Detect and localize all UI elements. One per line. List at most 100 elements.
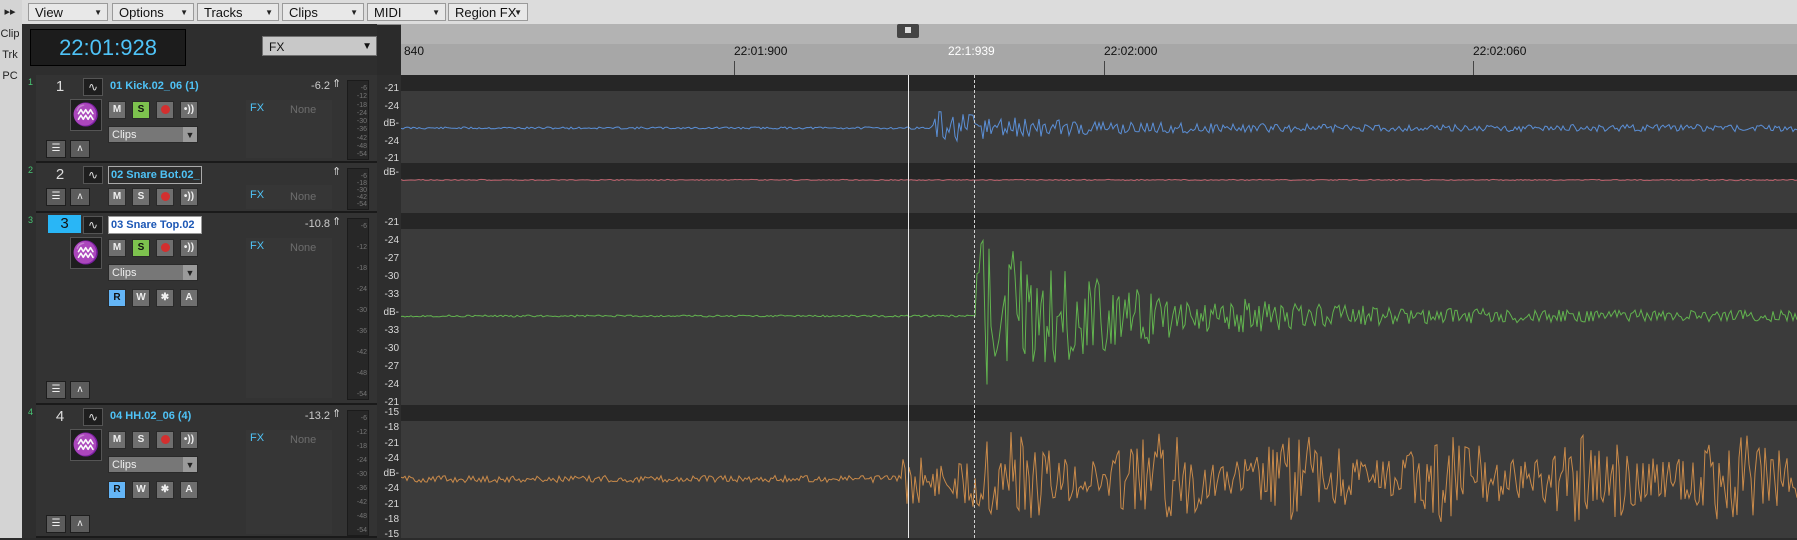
mute-button[interactable]: M bbox=[108, 239, 126, 257]
automation-icon[interactable]: ʌ bbox=[70, 381, 90, 399]
track-3-waveform bbox=[401, 238, 1797, 385]
record-arm-button[interactable] bbox=[156, 101, 174, 119]
solo-button[interactable]: S bbox=[132, 188, 150, 206]
wave-icon[interactable]: ∿ bbox=[83, 216, 103, 234]
fx-label: FX bbox=[250, 432, 265, 444]
expand-button[interactable]: ▸▸ bbox=[0, 2, 20, 22]
track-number[interactable]: 2 bbox=[50, 166, 70, 183]
mute-button[interactable]: M bbox=[108, 188, 126, 206]
level-meter: -6 -12 -18 -24 -30 -36 -42 -48 -54 bbox=[347, 218, 369, 400]
dropdown-caret-icon: ▼ bbox=[94, 8, 102, 17]
track-settings-icon[interactable]: ☰ bbox=[46, 188, 66, 206]
clip-tab[interactable]: Clip bbox=[0, 24, 20, 44]
input-echo-icon[interactable]: •)) bbox=[180, 431, 198, 449]
wave-icon[interactable]: ∿ bbox=[83, 166, 103, 184]
automation-icon[interactable]: ʌ bbox=[70, 188, 90, 206]
menu-view[interactable]: View ▼ bbox=[28, 3, 108, 21]
clips-dropdown[interactable]: Clips ▼ bbox=[108, 264, 198, 281]
clips-dropdown[interactable]: Clips ▼ bbox=[108, 126, 198, 143]
write-automation-button[interactable]: W bbox=[132, 289, 150, 307]
fx-bin[interactable] bbox=[246, 238, 332, 398]
meter-tick-label: -54 bbox=[356, 151, 367, 158]
star-icon[interactable]: ✱ bbox=[156, 481, 174, 499]
meter-tick-label: -24 bbox=[356, 109, 367, 117]
write-automation-button[interactable]: W bbox=[132, 481, 150, 499]
menu-region-fx[interactable]: Region FX ▼ bbox=[448, 3, 528, 21]
track-settings-icon[interactable]: ☰ bbox=[46, 140, 66, 158]
collapse-arrow-icon[interactable]: ⇑ bbox=[332, 407, 341, 420]
mute-button[interactable]: M bbox=[108, 101, 126, 119]
meter-tick-label: -12 bbox=[356, 244, 367, 251]
track-1[interactable]: 1 1 ∿ 01 Kick.02_06 (1) -6.2 ⇑ ♒ M S •))… bbox=[28, 75, 377, 163]
track-2[interactable]: 2 2 ∿ 02 Snare Bot.02_ ⇑ M S •)) FX None… bbox=[28, 163, 377, 213]
track-volume[interactable]: -6.2 bbox=[270, 80, 330, 92]
track-index: 3 bbox=[28, 215, 34, 225]
time-display[interactable]: 22:01:928 bbox=[30, 29, 186, 66]
meter-tick-label: -54 bbox=[356, 527, 367, 534]
dropdown-caret-icon: ▼ bbox=[180, 8, 188, 17]
track-settings-icon[interactable]: ☰ bbox=[46, 515, 66, 533]
record-arm-button[interactable] bbox=[156, 239, 174, 257]
pc-tab[interactable]: PC bbox=[0, 66, 20, 86]
track-number[interactable]: 1 bbox=[50, 78, 70, 95]
meter-tick-label: -12 bbox=[356, 429, 367, 436]
track-name[interactable]: 01 Kick.02_06 (1) bbox=[108, 78, 200, 94]
track-name[interactable]: 03 Snare Top.02 bbox=[108, 216, 202, 234]
track-3[interactable]: 3 3 ∿ 03 Snare Top.02 -10.8 ⇑ ♒ M S •)) … bbox=[28, 213, 377, 405]
menubar: View ▼ Options ▼ Tracks ▼ Clips ▼ MIDI ▼ Regi… bbox=[22, 0, 1797, 25]
fx-value: None bbox=[290, 104, 317, 116]
wave-icon[interactable]: ∿ bbox=[83, 408, 103, 426]
input-echo-icon[interactable]: •)) bbox=[180, 188, 198, 206]
playhead-line[interactable] bbox=[908, 75, 909, 538]
clips-dropdown-label: Clips bbox=[112, 129, 137, 141]
input-echo-icon[interactable]: •)) bbox=[180, 239, 198, 257]
timeline-marker-bar[interactable] bbox=[401, 24, 1797, 44]
solo-button[interactable]: S bbox=[132, 431, 150, 449]
record-arm-button[interactable] bbox=[156, 188, 174, 206]
track-4[interactable]: 4 4 ∿ 04 HH.02_06 (4) -13.2 ⇑ ♒ M S •)) … bbox=[28, 405, 377, 538]
fx-selector-value: FX bbox=[269, 40, 285, 54]
track-volume[interactable]: -13.2 bbox=[270, 410, 330, 422]
clip-lanes[interactable] bbox=[401, 75, 1797, 538]
wave-icon[interactable]: ∿ bbox=[83, 78, 103, 96]
record-arm-button[interactable] bbox=[156, 431, 174, 449]
collapse-arrow-icon[interactable]: ⇑ bbox=[332, 77, 341, 90]
meter-tick-label: -30 bbox=[356, 471, 367, 478]
arm-automation-button[interactable]: A bbox=[180, 289, 198, 307]
collapse-arrow-icon[interactable]: ⇑ bbox=[332, 165, 341, 178]
track-volume[interactable]: -10.8 bbox=[270, 218, 330, 230]
timeline-ruler[interactable]: 840 22:01:900 22:02:000 22:02:060 22:1:9… bbox=[401, 24, 1797, 76]
fx-selector[interactable]: FX ▼ bbox=[262, 36, 377, 56]
fx-bin[interactable] bbox=[246, 430, 332, 534]
solo-button[interactable]: S bbox=[132, 239, 150, 257]
track-name[interactable]: 04 HH.02_06 (4) bbox=[108, 408, 200, 424]
chevron-down-icon: ▼ bbox=[183, 265, 197, 280]
automation-icon[interactable]: ʌ bbox=[70, 515, 90, 533]
automation-icon[interactable]: ʌ bbox=[70, 140, 90, 158]
left-strip: ▸▸ Clip Trk PC bbox=[0, 0, 23, 538]
read-automation-button[interactable]: R bbox=[108, 481, 126, 499]
collapse-arrow-icon[interactable]: ⇑ bbox=[332, 215, 341, 228]
meter-tick-label: -42 bbox=[356, 134, 367, 142]
clips-dropdown[interactable]: Clips ▼ bbox=[108, 456, 198, 473]
track-name[interactable]: 02 Snare Bot.02_ bbox=[108, 166, 202, 184]
menu-midi[interactable]: MIDI ▼ bbox=[367, 3, 446, 21]
menu-clips[interactable]: Clips ▼ bbox=[282, 3, 364, 21]
waveform-icon: ♒ bbox=[70, 429, 102, 461]
db-scale-label: -27 bbox=[384, 253, 399, 264]
input-echo-icon[interactable]: •)) bbox=[180, 101, 198, 119]
solo-button[interactable]: S bbox=[132, 101, 150, 119]
read-automation-button[interactable]: R bbox=[108, 289, 126, 307]
track-number[interactable]: 4 bbox=[50, 408, 70, 425]
meter-tick-label: -30 bbox=[356, 187, 367, 194]
menu-options[interactable]: Options ▼ bbox=[112, 3, 194, 21]
track-tab[interactable]: Trk bbox=[0, 45, 20, 65]
meter-tick-label: -36 bbox=[356, 126, 367, 134]
star-icon[interactable]: ✱ bbox=[156, 289, 174, 307]
track-settings-icon[interactable]: ☰ bbox=[46, 381, 66, 399]
arm-automation-button[interactable]: A bbox=[180, 481, 198, 499]
track-number[interactable]: 3 bbox=[48, 215, 81, 233]
mute-button[interactable]: M bbox=[108, 431, 126, 449]
playhead-handle[interactable] bbox=[897, 24, 919, 38]
menu-tracks[interactable]: Tracks ▼ bbox=[197, 3, 279, 21]
